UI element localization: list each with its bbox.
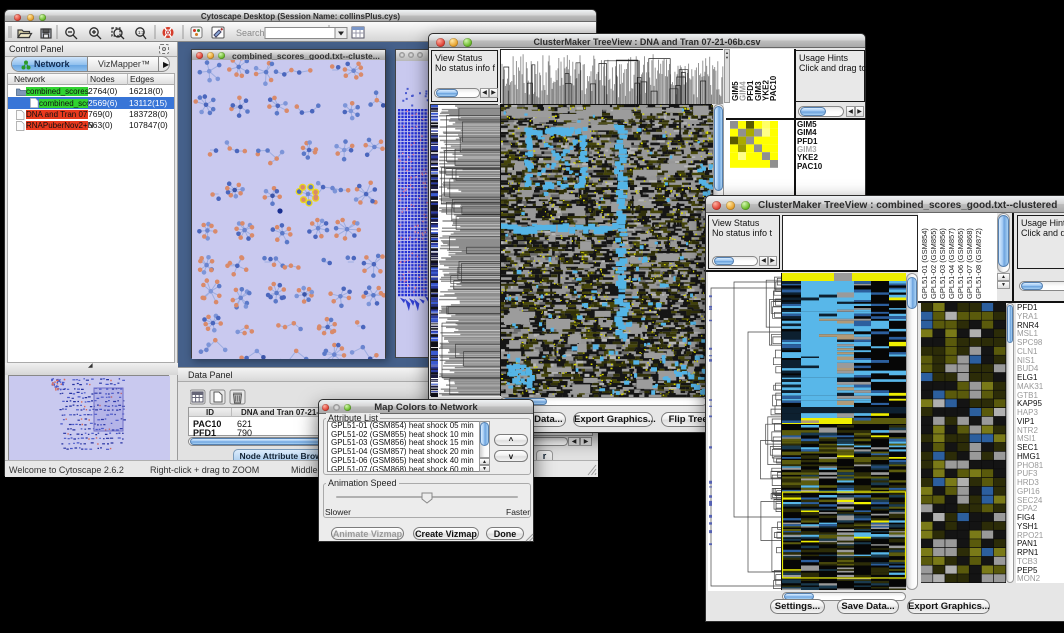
svg-text:Search:: Search:	[236, 28, 267, 38]
svg-text:GPL51-04 (GSM857): GPL51-04 (GSM857)	[947, 228, 956, 299]
svg-text:GPL51-06 (GSM865): GPL51-06 (GSM865)	[956, 228, 965, 299]
svg-text:GPL51-08 (GSM872): GPL51-08 (GSM872)	[974, 228, 983, 299]
svg-text:GPL51-03 (GSM856): GPL51-03 (GSM856)	[938, 228, 947, 299]
svg-text:GPL51-01 (GSM854): GPL51-01 (GSM854)	[920, 228, 929, 299]
svg-text:GPL51-07 (GSM868): GPL51-07 (GSM868)	[965, 228, 974, 299]
svg-text:1:1: 1:1	[138, 30, 145, 35]
svg-text:PAC10: PAC10	[769, 75, 777, 101]
svg-text:GPL51-02 (GSM855): GPL51-02 (GSM855)	[929, 228, 938, 299]
